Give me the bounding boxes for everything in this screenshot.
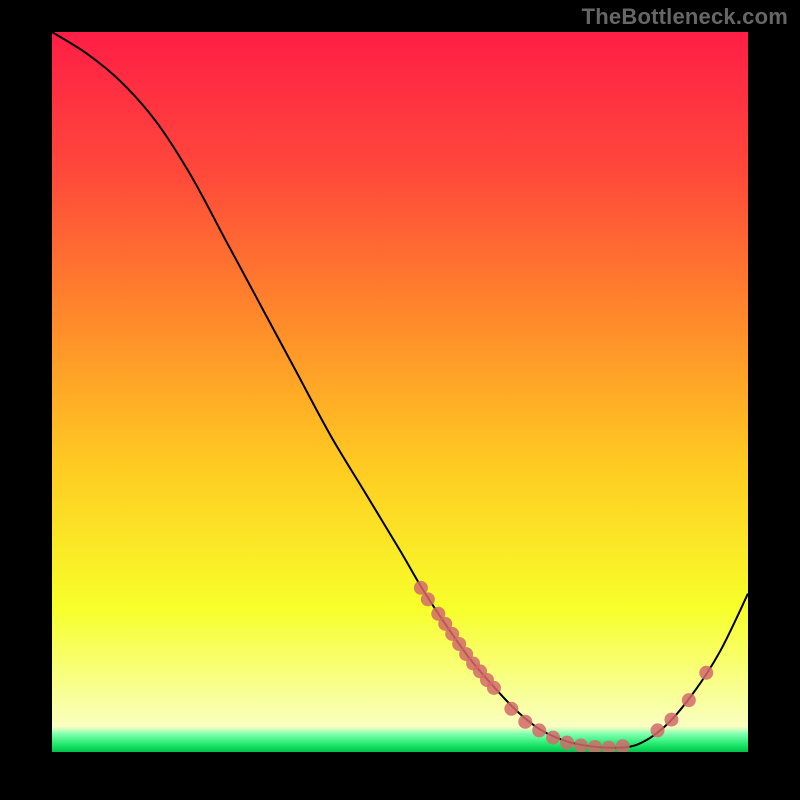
data-point bbox=[518, 715, 532, 729]
data-point bbox=[421, 592, 435, 606]
data-point bbox=[546, 731, 560, 745]
data-point bbox=[487, 681, 501, 695]
watermark-text: TheBottleneck.com bbox=[582, 4, 788, 30]
data-point bbox=[532, 723, 546, 737]
chart-frame: TheBottleneck.com bbox=[0, 0, 800, 800]
plot-area bbox=[52, 32, 748, 752]
data-point bbox=[682, 693, 696, 707]
data-point bbox=[651, 723, 665, 737]
data-point bbox=[664, 713, 678, 727]
data-point bbox=[560, 736, 574, 750]
data-point bbox=[699, 666, 713, 680]
chart-svg bbox=[52, 32, 748, 752]
data-point bbox=[504, 702, 518, 716]
gradient-background bbox=[52, 32, 748, 752]
data-point bbox=[574, 739, 588, 752]
